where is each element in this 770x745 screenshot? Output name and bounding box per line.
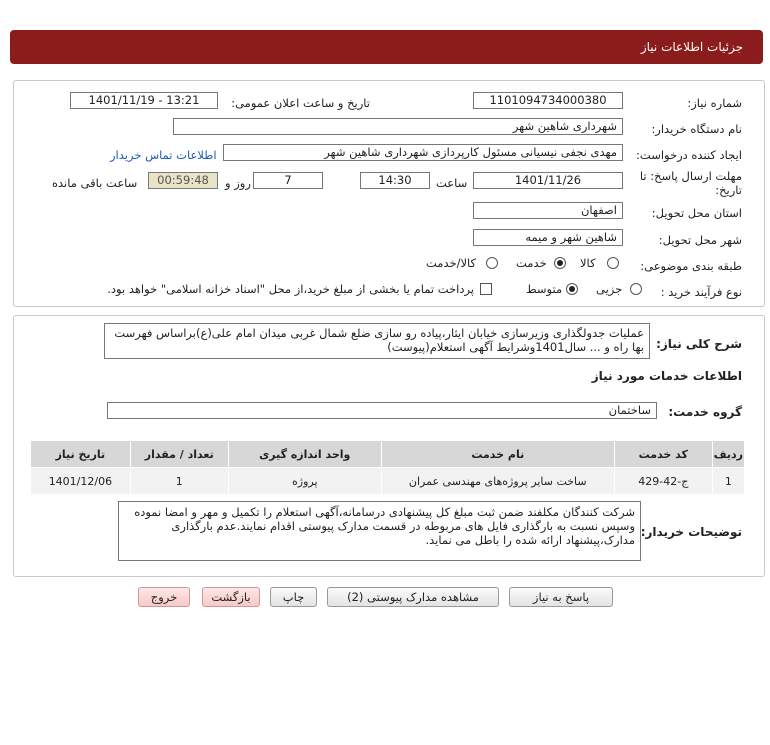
back-button[interactable]: بازگشت (202, 587, 260, 607)
buyer-notes-box: شرکت کنندگان مکلفند ضمن ثبت مبلغ کل پیشن… (118, 501, 641, 561)
services-table: ردیف کد خدمت نام خدمت واحد اندازه گیری ت… (30, 440, 746, 495)
deadline-time-label: ساعت (436, 176, 468, 190)
category-label: طبقه بندی موضوعی: (640, 259, 742, 273)
cell-need-date: 1401/12/06 (30, 467, 131, 495)
process-minor-label: جزیی (596, 282, 623, 296)
buyer-contact-link[interactable]: اطلاعات تماس خریدار (110, 148, 217, 162)
buyer-org-field: شهرداری شاهین شهر (173, 118, 623, 135)
column-header-unit: واحد اندازه گیری (227, 440, 382, 468)
column-header-need-date: تاریخ نیاز (30, 440, 131, 468)
category-service-radio[interactable] (554, 257, 566, 269)
cell-service-name: ساخت سایر پروژه‌های مهندسی عمران (380, 467, 615, 495)
print-button[interactable]: چاپ (270, 587, 317, 607)
treasury-payment-label: پرداخت تمام یا بخشی از مبلغ خرید،از محل … (107, 282, 474, 296)
cell-service-code: ج-42-429 (613, 467, 713, 495)
requester-label: ایجاد کننده درخواست: (636, 148, 742, 162)
category-goods-service-label: کالا/خدمت (426, 256, 477, 270)
days-label: روز و (225, 176, 251, 190)
respond-button[interactable]: پاسخ به نیاز (509, 587, 613, 607)
announce-datetime-field: 1401/11/19 - 13:21 (70, 92, 218, 109)
need-number-label: شماره نیاز: (687, 96, 742, 110)
table-header-row: ردیف کد خدمت نام خدمت واحد اندازه گیری ت… (30, 440, 746, 468)
requester-field: مهدی نجفی نیسیانی مسئول کارپردازی شهردار… (223, 144, 623, 161)
process-minor-radio[interactable] (630, 283, 642, 295)
purchase-process-label: نوع فرآیند خرید : (660, 285, 742, 299)
column-header-service-name: نام خدمت (380, 440, 615, 468)
deadline-time-field: 14:30 (360, 172, 430, 189)
buyer-org-label: نام دستگاه خریدار: (651, 122, 742, 136)
column-header-service-code: کد خدمت (613, 440, 713, 468)
deadline-date-field: 1401/11/26 (473, 172, 623, 189)
need-number-field: 1101094734000380 (473, 92, 623, 109)
column-header-quantity: تعداد / مقدار (129, 440, 229, 468)
column-header-row-number: ردیف (711, 440, 746, 468)
category-goods-label: کالا (580, 256, 596, 270)
page-title: جزئیات اطلاعات نیاز (640, 40, 743, 54)
remaining-time-label: ساعت باقی مانده (52, 176, 138, 190)
city-label: شهر محل تحویل: (658, 233, 742, 247)
exit-button[interactable]: خروج (138, 587, 190, 607)
category-goods-radio[interactable] (607, 257, 619, 269)
remaining-time-field: 00:59:48 (148, 172, 218, 189)
deadline-label: مهلت ارسال پاسخ: تا تاریخ: (639, 169, 742, 197)
service-group-label: گروه خدمت: (668, 405, 742, 419)
announce-datetime-label: تاریخ و ساعت اعلان عمومی: (231, 96, 370, 110)
province-field: اصفهان (473, 202, 623, 219)
cell-row-number: 1 (711, 467, 746, 495)
buyer-notes-label: توضیحات خریدار: (640, 525, 742, 539)
need-summary-box: عملیات جدولگذاری وزیرسازی خیابان ایثار،پ… (104, 323, 650, 359)
cell-quantity: 1 (129, 467, 229, 495)
summary-label: شرح کلی نیاز: (656, 337, 742, 351)
process-medium-radio[interactable] (566, 283, 578, 295)
page-header: جزئیات اطلاعات نیاز (10, 30, 763, 64)
city-field: شاهین شهر و میمه (473, 229, 623, 246)
service-group-field: ساختمان (107, 402, 657, 419)
view-attachments-button[interactable]: مشاهده مدارک پیوستی (2) (327, 587, 499, 607)
province-label: استان محل تحویل: (651, 206, 742, 220)
services-section-title: اطلاعات خدمات مورد نیاز (591, 369, 742, 383)
process-medium-label: متوسط (526, 282, 563, 296)
cell-unit: پروژه (227, 467, 382, 495)
treasury-payment-checkbox[interactable] (480, 283, 492, 295)
category-goods-service-radio[interactable] (486, 257, 498, 269)
category-service-label: خدمت (516, 256, 547, 270)
table-row: 1 ج-42-429 ساخت سایر پروژه‌های مهندسی عم… (30, 467, 746, 495)
days-remaining-field: 7 (253, 172, 323, 189)
